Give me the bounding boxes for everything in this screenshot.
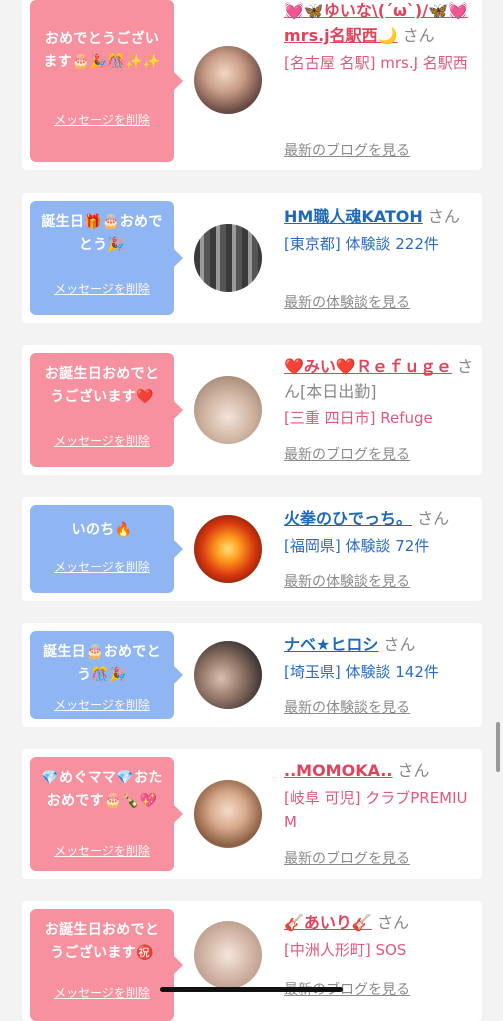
message-text: 💎めぐママ💎おたおめです🎂🍾💖	[41, 770, 163, 809]
delete-message-link[interactable]: メッセージを削除	[30, 558, 174, 575]
latest-review-link[interactable]: 最新の体験談を見る	[284, 292, 410, 312]
delete-message-link[interactable]: メッセージを削除	[30, 984, 174, 1001]
message-bubble: 💎めぐママ💎おたおめです🎂🍾💖 メッセージを削除	[30, 757, 183, 871]
scrollbar[interactable]	[496, 722, 500, 772]
user-name-link[interactable]: HM職人魂KATOH	[284, 207, 423, 226]
avatar[interactable]	[194, 780, 262, 848]
user-name-line: 🎸あいり🎸 さん	[284, 909, 480, 934]
home-indicator[interactable]	[160, 987, 343, 992]
user-name-line: 火拳のひでっち。 さん	[284, 505, 480, 530]
delete-message-link[interactable]: メッセージを削除	[30, 842, 174, 859]
user-name-link[interactable]: 💓🦋ゆいな\(´ω`)/🦋💓mrs.j名駅西🌙	[284, 1, 468, 45]
latest-review-link[interactable]: 最新の体験談を見る	[284, 571, 410, 591]
message-bubble: お誕生日おめでとうございます㊗️ メッセージを削除	[30, 909, 183, 1021]
message-card: お誕生日おめでとうございます❤️ メッセージを削除 ❤️みい❤️Ｒｅｆｕｇｅ さ…	[22, 345, 482, 475]
user-name-link[interactable]: ナベ★ヒロシ	[284, 635, 378, 654]
avatar[interactable]	[194, 376, 262, 444]
message-bubble: お誕生日おめでとうございます❤️ メッセージを削除	[30, 353, 183, 467]
latest-blog-link[interactable]: 最新のブログを見る	[284, 140, 410, 160]
delete-message-link[interactable]: メッセージを削除	[30, 111, 174, 128]
shop-info: [中洲人形町] SOS	[284, 941, 407, 959]
message-text: お誕生日おめでとうございます❤️	[44, 366, 160, 405]
avatar[interactable]	[194, 224, 262, 292]
user-name-link[interactable]: 火拳のひでっち。	[284, 509, 412, 528]
delete-message-link[interactable]: メッセージを削除	[30, 280, 174, 297]
message-bubble: いのち🔥 メッセージを削除	[30, 505, 183, 593]
message-bubble: 誕生日🎁🎂おめでとう🎉 メッセージを削除	[30, 201, 183, 315]
message-card: いのち🔥 メッセージを削除 火拳のひでっち。 さん [福岡県] 体験談 72件 …	[22, 497, 482, 601]
latest-blog-link[interactable]: 最新のブログを見る	[284, 848, 410, 868]
latest-blog-link[interactable]: 最新のブログを見る	[284, 444, 410, 464]
user-name-line: ❤️みい❤️Ｒｅｆｕｇｅ さん[本日出勤]	[284, 353, 480, 402]
shop-info: [名古屋 名駅] mrs.J 名駅西	[284, 54, 468, 72]
user-info: [東京都] 体験談 222件	[284, 235, 439, 253]
avatar[interactable]	[194, 921, 262, 989]
user-info: [福岡県] 体験談 72件	[284, 537, 430, 555]
delete-message-link[interactable]: メッセージを削除	[30, 696, 174, 713]
avatar[interactable]	[194, 515, 262, 583]
message-text: 誕生日🎁🎂おめでとう🎉	[41, 214, 163, 253]
user-name-line: 💓🦋ゆいな\(´ω`)/🦋💓mrs.j名駅西🌙 さん	[284, 0, 480, 47]
avatar[interactable]	[194, 46, 262, 114]
latest-review-link[interactable]: 最新の体験談を見る	[284, 697, 410, 717]
user-name-link[interactable]: 🎸あいり🎸	[284, 913, 372, 932]
user-name-link[interactable]: ..MOMOKA..	[284, 761, 392, 780]
honorific-label: さん	[376, 913, 409, 932]
message-text: いのち🔥	[71, 522, 133, 538]
shop-info: [岐阜 可児] クラブPREMIUM	[284, 789, 468, 831]
message-bubble: 誕生日🎂おめでとう🎊🎉 メッセージを削除	[30, 631, 183, 719]
user-name-link[interactable]: ❤️みい❤️Ｒｅｆｕｇｅ	[284, 357, 452, 376]
message-card: お誕生日おめでとうございます㊗️ メッセージを削除 🎸あいり🎸 さん [中洲人形…	[22, 901, 482, 1021]
avatar[interactable]	[194, 641, 262, 709]
honorific-label: さん	[417, 509, 450, 528]
message-bubble: おめでとうございます🎂🎉🎊✨✨ メッセージを削除	[30, 0, 183, 162]
delete-message-link[interactable]: メッセージを削除	[30, 432, 174, 449]
message-text: お誕生日おめでとうございます㊗️	[44, 922, 160, 961]
message-card: 誕生日🎂おめでとう🎊🎉 メッセージを削除 ナベ★ヒロシ さん [埼玉県] 体験談…	[22, 623, 482, 727]
message-card: 誕生日🎁🎂おめでとう🎉 メッセージを削除 HM職人魂KATOH さん [東京都]…	[22, 193, 482, 323]
honorific-label: さん	[402, 26, 435, 45]
honorific-label: さん	[427, 207, 460, 226]
honorific-label: さん	[397, 761, 430, 780]
shop-info: [三重 四日市] Refuge	[284, 409, 433, 427]
message-card: おめでとうございます🎂🎉🎊✨✨ メッセージを削除 💓🦋ゆいな\(´ω`)/🦋💓m…	[22, 0, 482, 170]
user-name-line: HM職人魂KATOH さん	[284, 203, 480, 228]
message-text: 誕生日🎂おめでとう🎊🎉	[43, 644, 161, 683]
user-name-line: ナベ★ヒロシ さん	[284, 631, 480, 656]
user-info: [埼玉県] 体験談 142件	[284, 663, 439, 681]
honorific-label: さん	[383, 635, 416, 654]
message-text: おめでとうございます🎂🎉🎊✨✨	[43, 31, 161, 70]
user-name-line: ..MOMOKA.. さん	[284, 757, 480, 782]
message-card: 💎めぐママ💎おたおめです🎂🍾💖 メッセージを削除 ..MOMOKA.. さん […	[22, 749, 482, 879]
